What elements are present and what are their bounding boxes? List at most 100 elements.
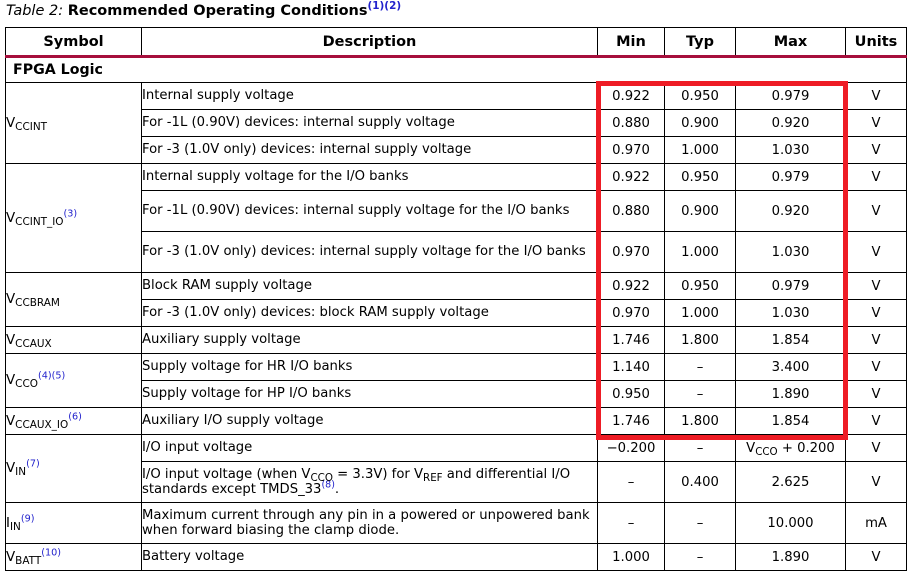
- table-row: For -3 (1.0V only) devices: internal sup…: [6, 231, 907, 273]
- cell-description: I/O input voltage (when VCCO = 3.3V) for…: [141, 461, 598, 503]
- cell-units: V: [845, 380, 907, 408]
- cell-description: Auxiliary I/O supply voltage: [141, 407, 598, 435]
- cell-description: For -1L (0.90V) devices: internal supply…: [141, 109, 598, 137]
- cell-description: I/O input voltage: [141, 434, 598, 462]
- cell-min: –: [597, 502, 665, 544]
- cell-max: 1.890: [735, 380, 846, 408]
- cell-min: 1.746: [597, 407, 665, 435]
- cell-max: VCCO + 0.200: [735, 434, 846, 462]
- cell-typ: 0.950: [664, 82, 736, 110]
- cell-units: V: [845, 326, 907, 354]
- cell-max: 0.979: [735, 82, 846, 110]
- cell-units: V: [845, 407, 907, 435]
- table-header-row: Symbol Description Min Typ Max Units: [5, 27, 907, 58]
- col-header-max: Max: [735, 27, 846, 58]
- table-row: IIN(9) Maximum current through any pin in…: [5, 502, 907, 544]
- cell-max: 1.854: [735, 326, 846, 354]
- cell-symbol: VIN(7): [5, 434, 142, 503]
- cell-max: 1.854: [735, 407, 846, 435]
- table-row: Supply voltage for HP I/O banks 0.950–1.8…: [6, 380, 907, 408]
- cell-description: Supply voltage for HP I/O banks: [141, 380, 598, 408]
- cell-description: Block RAM supply voltage: [141, 272, 598, 300]
- caption-label: Table 2:: [6, 3, 64, 19]
- cell-min: 1.140: [597, 353, 665, 381]
- cell-description: For -3 (1.0V only) devices: block RAM su…: [141, 299, 598, 327]
- spec-table-wrapper: Symbol Description Min Typ Max Units FPG…: [5, 27, 907, 571]
- cell-max: 0.979: [735, 272, 846, 300]
- table-row: For -1L (0.90V) devices: internal supply…: [6, 190, 907, 232]
- cell-max: 0.920: [735, 109, 846, 137]
- table-row: VCCINT_IO(3) Internal supply voltage for …: [5, 163, 907, 273]
- cell-description: Internal supply voltage for the I/O bank…: [141, 163, 598, 191]
- cell-min: –: [597, 461, 665, 503]
- cell-min: 0.970: [597, 136, 665, 164]
- cell-symbol: VCCO(4)(5): [5, 353, 142, 408]
- cell-description: Supply voltage for HR I/O banks: [141, 353, 598, 381]
- cell-typ: –: [664, 502, 736, 544]
- cell-max: 1.030: [735, 299, 846, 327]
- cell-description: For -3 (1.0V only) devices: internal sup…: [141, 136, 598, 164]
- cell-typ: –: [664, 543, 736, 571]
- col-header-description: Description: [141, 27, 598, 58]
- cell-min: 0.950: [597, 380, 665, 408]
- cell-min: 1.746: [597, 326, 665, 354]
- cell-typ: 0.950: [664, 272, 736, 300]
- cell-symbol: IIN(9): [5, 502, 142, 544]
- cell-units: V: [845, 231, 907, 273]
- cell-symbol: VCCAUX: [5, 326, 142, 354]
- cell-units: V: [845, 299, 907, 327]
- cell-max: 0.979: [735, 163, 846, 191]
- cell-min: 0.922: [597, 272, 665, 300]
- cell-description: Maximum current through any pin in a pow…: [141, 502, 598, 544]
- table-row: VBATT(10) Battery voltage 1.000–1.890 V: [5, 543, 907, 571]
- table-section-row: FPGA Logic: [5, 56, 907, 83]
- cell-units: V: [845, 461, 907, 503]
- cell-max: 3.400: [735, 353, 846, 381]
- section-label-fpga-logic: FPGA Logic: [5, 56, 907, 83]
- cell-units: V: [845, 272, 907, 300]
- cell-max: 0.920: [735, 190, 846, 232]
- cell-max: 2.625: [735, 461, 846, 503]
- cell-symbol: VCCINT_IO(3): [5, 163, 142, 273]
- col-header-units: Units: [845, 27, 907, 58]
- cell-units: V: [845, 109, 907, 137]
- cell-description: For -3 (1.0V only) devices: internal sup…: [141, 231, 598, 273]
- table-row: For -3 (1.0V only) devices: internal sup…: [6, 136, 907, 164]
- cell-typ: 0.950: [664, 163, 736, 191]
- cell-typ: 0.900: [664, 190, 736, 232]
- cell-max: 1.890: [735, 543, 846, 571]
- cell-typ: 1.800: [664, 326, 736, 354]
- cell-description: For -1L (0.90V) devices: internal supply…: [141, 190, 598, 232]
- table-row: VCCAUX_IO(6) Auxiliary I/O supply voltage…: [5, 407, 907, 435]
- table-row: VIN(7) I/O input voltage −0.200– VCCO + 0.2…: [5, 434, 907, 503]
- cell-units: V: [845, 353, 907, 381]
- caption-title: Recommended Operating Conditions: [67, 3, 368, 19]
- table-row: For -1L (0.90V) devices: internal supply…: [6, 109, 907, 137]
- table-row: For -3 (1.0V only) devices: block RAM su…: [6, 299, 907, 327]
- col-header-typ: Typ: [664, 27, 736, 58]
- cell-typ: 1.000: [664, 231, 736, 273]
- table-caption: Table 2: Recommended Operating Condition…: [6, 1, 401, 21]
- cell-min: 0.922: [597, 82, 665, 110]
- cell-symbol: VCCINT: [5, 82, 142, 164]
- cell-min: 1.000: [597, 543, 665, 571]
- cell-units: V: [845, 82, 907, 110]
- cell-min: 0.922: [597, 163, 665, 191]
- cell-description: Battery voltage: [141, 543, 598, 571]
- table-body: FPGA Logic VCCINT Internal supply voltage 0…: [5, 56, 907, 571]
- cell-description: Auxiliary supply voltage: [141, 326, 598, 354]
- cell-typ: 0.400: [664, 461, 736, 503]
- table-row: VCCO(4)(5) Supply voltage for HR I/O bank…: [5, 353, 907, 408]
- table-row: VCCINT Internal supply voltage 0.922 0.950 0…: [5, 82, 907, 164]
- cell-units: V: [845, 163, 907, 191]
- cell-symbol: VCCAUX_IO(6): [5, 407, 142, 435]
- cell-units: mA: [845, 502, 907, 544]
- cell-max: 1.030: [735, 231, 846, 273]
- recommended-operating-conditions-table: Symbol Description Min Typ Max Units FPG…: [5, 27, 907, 571]
- cell-typ: 1.000: [664, 299, 736, 327]
- cell-units: V: [845, 543, 907, 571]
- caption-footnote-refs: (1)(2): [367, 0, 402, 13]
- cell-min: 0.880: [597, 109, 665, 137]
- cell-units: V: [845, 434, 907, 462]
- cell-typ: 0.900: [664, 109, 736, 137]
